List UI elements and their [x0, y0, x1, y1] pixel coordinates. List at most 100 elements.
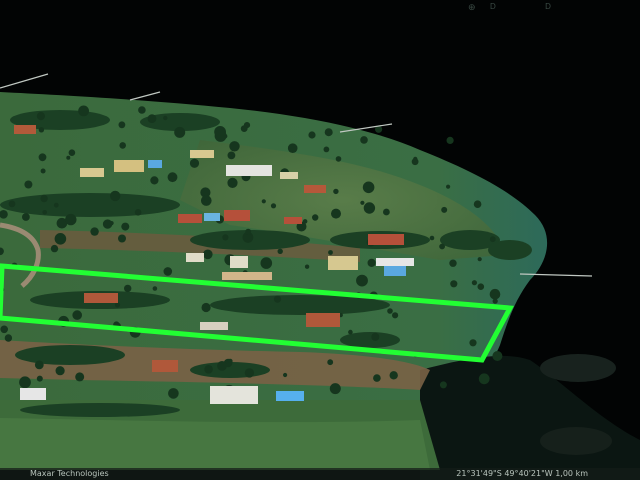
- attribution-bar: Maxar Technologies 21°31'49"S 49°40'21"W…: [0, 468, 640, 480]
- tree: [124, 284, 132, 293]
- roof-red: [178, 214, 202, 223]
- tree: [189, 158, 200, 168]
- tree: [152, 286, 158, 291]
- pool: [276, 391, 304, 401]
- tree: [72, 310, 82, 320]
- tree: [363, 202, 376, 214]
- roof-light: [222, 272, 272, 280]
- tree: [360, 200, 365, 205]
- tree: [121, 222, 130, 231]
- tree: [383, 208, 390, 216]
- roof-white: [376, 258, 414, 266]
- tree: [411, 158, 419, 166]
- shadow-patch: [540, 427, 612, 455]
- tree: [333, 188, 339, 195]
- roof-white: [230, 256, 248, 268]
- pool: [384, 266, 406, 276]
- tree: [150, 176, 159, 185]
- roof-light: [328, 256, 358, 270]
- tree: [75, 372, 85, 382]
- tree: [478, 373, 490, 385]
- tree: [22, 213, 30, 221]
- tree: [360, 136, 368, 144]
- roof-white: [186, 253, 204, 262]
- tree: [446, 136, 454, 144]
- imagery-credit: Maxar Technologies: [30, 469, 109, 478]
- roof-light: [80, 168, 104, 177]
- coordinate-readout: 21°31'49"S 49°40'21"W 1,00 km: [456, 469, 588, 478]
- tree: [304, 264, 310, 269]
- tree: [227, 358, 233, 364]
- tree: [65, 213, 77, 226]
- roof-red: [152, 360, 178, 372]
- tree: [489, 288, 501, 300]
- tree: [174, 126, 186, 138]
- roof-light: [190, 150, 214, 158]
- tree: [356, 274, 368, 287]
- tree: [331, 208, 341, 219]
- tree: [90, 227, 99, 236]
- roof-red: [14, 125, 36, 134]
- tree: [492, 351, 503, 361]
- tree: [204, 365, 213, 374]
- tree: [324, 128, 333, 137]
- tree: [168, 388, 179, 399]
- tree: [387, 308, 393, 314]
- tree: [34, 360, 44, 370]
- tree: [109, 221, 114, 226]
- tree: [38, 153, 47, 162]
- tree: [244, 234, 253, 243]
- tree: [163, 267, 173, 276]
- tree: [439, 243, 445, 250]
- satellite-map-view[interactable]: ⊕ D D Maxar Technologies 21°31'49"S 49°4…: [0, 0, 640, 480]
- tree: [24, 180, 33, 189]
- tree: [308, 131, 316, 139]
- tree: [227, 177, 238, 188]
- tree: [78, 105, 89, 117]
- pool: [204, 213, 220, 221]
- tree: [229, 141, 240, 152]
- tree: [53, 202, 59, 208]
- tree: [283, 372, 288, 378]
- roof-red: [368, 234, 404, 245]
- tree: [245, 228, 252, 235]
- tree: [134, 209, 142, 216]
- tree: [471, 280, 477, 286]
- corner-label: D D: [490, 2, 552, 11]
- tree: [367, 258, 376, 267]
- tree: [260, 257, 273, 269]
- tree: [42, 210, 47, 215]
- tree: [392, 312, 399, 319]
- tree: [323, 146, 330, 153]
- tree: [277, 248, 283, 254]
- tree: [439, 381, 447, 389]
- tree: [167, 172, 178, 183]
- roof-light: [114, 160, 144, 172]
- tree: [110, 190, 121, 202]
- tree: [217, 361, 227, 371]
- tree: [473, 200, 482, 208]
- tree: [203, 249, 213, 260]
- tree: [273, 295, 282, 303]
- tree: [328, 250, 333, 255]
- roof-white: [20, 388, 46, 400]
- tree: [477, 257, 482, 262]
- tree: [36, 112, 46, 121]
- tree: [302, 219, 308, 224]
- pool: [148, 160, 162, 168]
- roof-red: [284, 217, 302, 224]
- roof-white: [200, 322, 228, 330]
- tree: [36, 375, 43, 382]
- tree: [446, 184, 451, 189]
- tree: [312, 214, 319, 221]
- tree: [389, 371, 398, 380]
- tree: [429, 235, 435, 241]
- tree: [138, 106, 146, 114]
- tree: [50, 244, 59, 253]
- tree: [118, 121, 126, 129]
- tree: [287, 143, 298, 153]
- satellite-imagery: [0, 0, 640, 480]
- compass-icon: ⊕: [468, 2, 476, 12]
- tree: [68, 149, 76, 156]
- tree: [450, 280, 458, 288]
